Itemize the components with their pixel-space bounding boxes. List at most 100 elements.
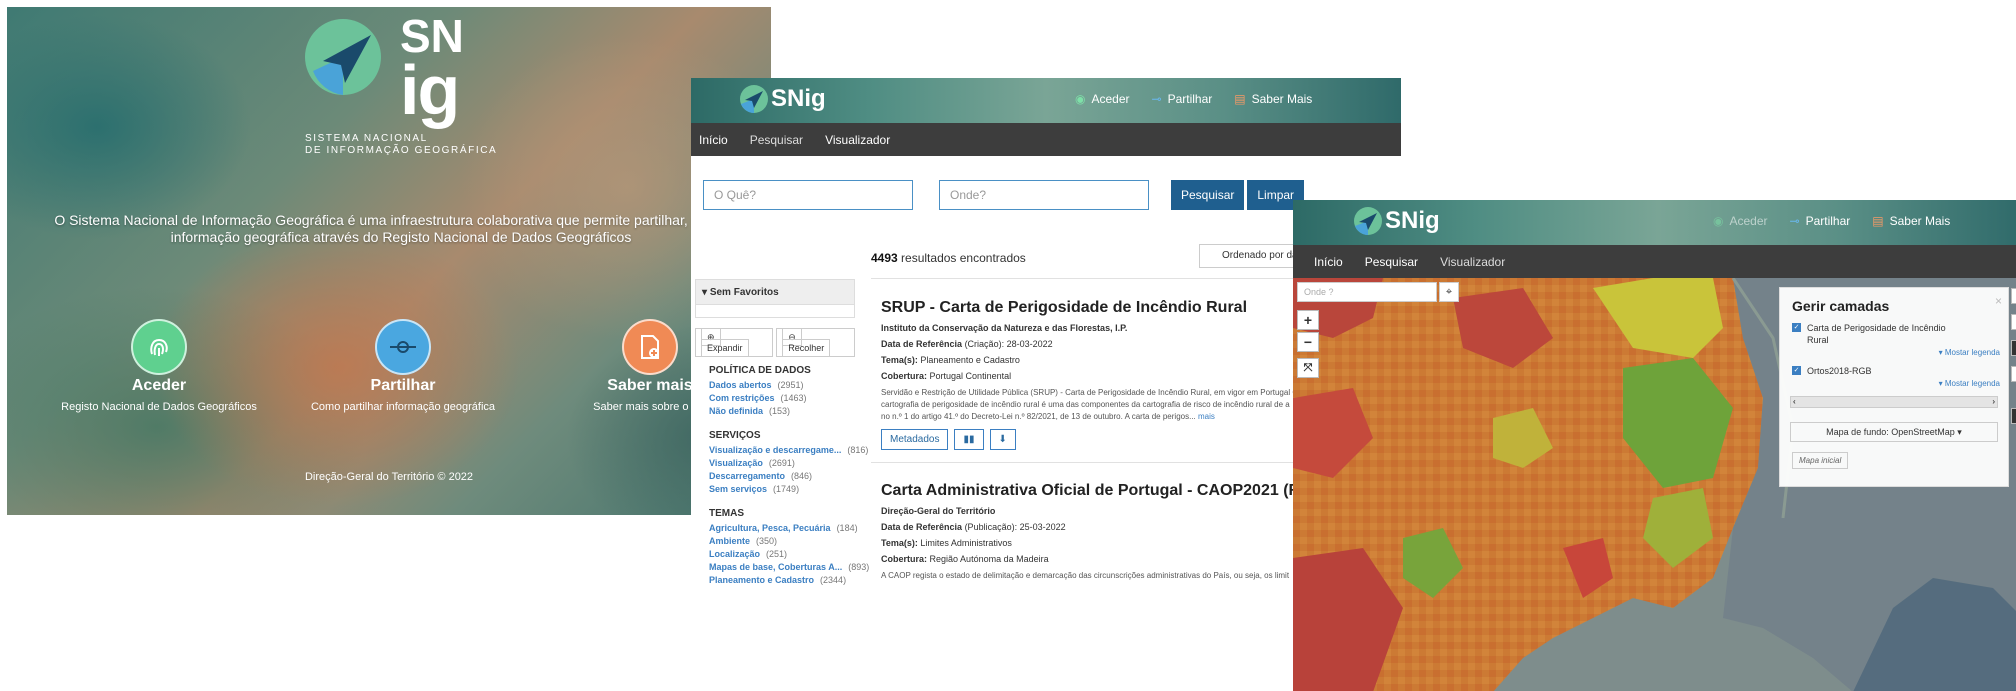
filter-link[interactable]: Com restrições xyxy=(709,392,775,405)
nav-aceder[interactable]: ◉ Aceder xyxy=(1075,92,1130,106)
more-link[interactable]: mais xyxy=(1198,412,1215,421)
filter-group-title: POLÍTICA DE DADOS xyxy=(709,365,811,376)
menu-pesquisar[interactable]: Pesquisar xyxy=(750,133,803,147)
basemap-dropdown[interactable]: Mapa de fundo: OpenStreetMap ▾ xyxy=(1790,422,1998,442)
filter-link[interactable]: Visualização xyxy=(709,457,763,470)
filter-link[interactable]: Mapas de base, Coberturas A... xyxy=(709,561,842,574)
collapse-button[interactable]: ⊖ Recolher xyxy=(776,328,855,357)
where-input[interactable] xyxy=(939,180,1149,210)
feature-title: Aceder xyxy=(131,377,187,394)
filter-link[interactable]: Não definida xyxy=(709,405,763,418)
feature-partilhar[interactable]: Partilhar Como partilhar informação geog… xyxy=(293,319,513,413)
filter-item[interactable]: Visualização (2691) xyxy=(709,457,855,470)
results-label: resultados encontrados xyxy=(901,251,1026,265)
brand-logo[interactable]: SNig xyxy=(739,84,826,114)
chevron-left-icon[interactable]: ‹ xyxy=(1793,397,1796,406)
map-canvas[interactable]: Onde ? ⌖ + − ⤧ Gerir camadas × ✓ Carta d… xyxy=(1293,278,2016,691)
search-buttons: Pesquisar Limpar xyxy=(1171,180,1305,210)
filter-item[interactable]: Planeamento e Cadastro (2344) xyxy=(709,574,855,587)
show-legend-link[interactable]: ▾ Mostar legenda xyxy=(1780,379,2000,388)
expand-button[interactable]: ⊕ Expandir xyxy=(695,328,774,357)
feature-title: Partilhar xyxy=(370,377,436,394)
filter-link[interactable]: Sem serviços xyxy=(709,483,767,496)
what-input[interactable] xyxy=(703,180,913,210)
document-plus-icon xyxy=(622,319,678,375)
viewer-panel: SNig ◉ Aceder ⊸ Partilhar ▤ Saber Mais Iníc… xyxy=(1293,200,2016,691)
filter-link[interactable]: Ambiente xyxy=(709,535,750,548)
theme-value: Planeamento e Cadastro xyxy=(920,355,1020,365)
layer-item[interactable]: ✓ Carta de Perigosidade de Incêndio Rura… xyxy=(1792,322,2008,346)
filter-item[interactable]: Agricultura, Pesca, Pecuária (184) xyxy=(709,522,858,535)
locate-icon[interactable]: ⌖ xyxy=(1439,282,1459,302)
map-side-control[interactable] xyxy=(2011,366,2016,382)
filter-item[interactable]: Visualização e descarregame... (816) xyxy=(709,444,868,457)
search-button[interactable]: Pesquisar xyxy=(1171,180,1245,210)
zoom-out-button[interactable]: − xyxy=(1297,332,1319,352)
expand-label: Expandir xyxy=(701,339,749,357)
close-icon[interactable]: × xyxy=(1995,294,2002,308)
map-side-control[interactable] xyxy=(2011,314,2016,330)
landing-footer: Direção-Geral do Território © 2022 xyxy=(304,471,474,483)
menu-visualizador[interactable]: Visualizador xyxy=(1440,255,1505,269)
filter-group-title: TEMAS xyxy=(709,508,744,519)
collapse-label: Recolher xyxy=(782,339,831,357)
nav-label: Saber Mais xyxy=(1251,92,1313,106)
filter-link[interactable]: Visualização e descarregame... xyxy=(709,444,841,457)
nav-partilhar[interactable]: ⊸ Partilhar xyxy=(1152,92,1213,106)
menu-inicio[interactable]: Início xyxy=(1314,255,1343,269)
filter-item[interactable]: Localização (251) xyxy=(709,548,855,561)
download-icon[interactable]: ⬇ xyxy=(989,429,1016,450)
menu-pesquisar[interactable]: Pesquisar xyxy=(1365,255,1418,269)
filter-link[interactable]: Planeamento e Cadastro xyxy=(709,574,814,587)
search-row xyxy=(703,180,1149,210)
map-side-control[interactable] xyxy=(2011,288,2016,304)
logo-ig: ig xyxy=(400,51,460,129)
date-value: (Publicação): 25-03-2022 xyxy=(964,522,1066,532)
map-where-input[interactable]: Onde ? xyxy=(1297,282,1437,302)
filter-link[interactable]: Agricultura, Pesca, Pecuária xyxy=(709,522,831,535)
filter-link[interactable]: Localização xyxy=(709,548,760,561)
chevron-right-icon[interactable]: › xyxy=(1992,397,1995,406)
initial-map-button[interactable]: Mapa inicial xyxy=(1792,452,1849,469)
full-extent-button[interactable]: ⤧ xyxy=(1297,358,1319,378)
landing-panel: SN ig SISTEMA NACIONAL DE INFORMAÇÃO GEO… xyxy=(7,7,771,515)
map-icon[interactable]: ▮▮ xyxy=(954,429,984,450)
filter-link[interactable]: Descarregamento xyxy=(709,470,785,483)
horizontal-scrollbar[interactable]: ‹ › xyxy=(1790,396,1998,408)
layer-item[interactable]: ✓ Ortos2018-RGB xyxy=(1792,365,2008,377)
intro-text: O Sistema Nacional de Informação Geográf… xyxy=(54,212,748,245)
filter-sidebar: ▾ Sem Favoritos ⊕ Expandir ⊖ Recolher PO… xyxy=(695,279,869,587)
checkbox-checked-icon[interactable]: ✓ xyxy=(1792,323,1801,332)
document-icon: ▤ xyxy=(1872,214,1884,228)
filter-item[interactable]: Sem serviços (1749) xyxy=(709,483,855,496)
main-menu: Início Pesquisar Visualizador xyxy=(1293,245,2016,278)
feature-aceder[interactable]: Aceder Registo Nacional de Dados Geográf… xyxy=(49,319,269,413)
show-legend-link[interactable]: ▾ Mostar legenda xyxy=(1780,348,2000,357)
document-icon: ▤ xyxy=(1234,92,1246,106)
fingerprint-icon: ◉ xyxy=(1075,92,1086,106)
nav-saber-mais[interactable]: ▤ Saber Mais xyxy=(1234,92,1312,106)
filter-item[interactable]: Mapas de base, Coberturas A... (893) xyxy=(709,561,869,574)
filter-link[interactable]: Dados abertos xyxy=(709,379,772,392)
map-side-control[interactable] xyxy=(2011,408,2016,424)
filter-item[interactable]: Com restrições (1463) xyxy=(709,392,855,405)
app-header: SNig ◉ Aceder ⊸ Partilhar ▤ Saber Mais xyxy=(1293,200,2016,245)
layers-title: Gerir camadas xyxy=(1792,298,1890,314)
zoom-in-button[interactable]: + xyxy=(1297,310,1319,330)
brand-logo[interactable]: SNig xyxy=(1353,206,1440,236)
filter-item[interactable]: Descarregamento (846) xyxy=(709,470,855,483)
favorites-header[interactable]: ▾ Sem Favoritos xyxy=(695,279,855,305)
nav-aceder[interactable]: ◉ Aceder xyxy=(1713,214,1768,228)
checkbox-checked-icon[interactable]: ✓ xyxy=(1792,366,1801,375)
metadata-button[interactable]: Metadados xyxy=(881,429,949,450)
nav-saber-mais[interactable]: ▤ Saber Mais xyxy=(1872,214,1950,228)
map-side-control[interactable] xyxy=(2011,340,2016,356)
menu-inicio[interactable]: Início xyxy=(699,133,728,147)
filter-item[interactable]: Dados abertos (2951) xyxy=(709,379,855,392)
filter-item[interactable]: Não definida (153) xyxy=(709,405,855,418)
brand-text: SNig xyxy=(1385,207,1440,234)
menu-visualizador[interactable]: Visualizador xyxy=(825,133,890,147)
filter-count: (350) xyxy=(756,536,778,546)
nav-partilhar[interactable]: ⊸ Partilhar xyxy=(1790,214,1851,228)
filter-item[interactable]: Ambiente (350) xyxy=(709,535,855,548)
